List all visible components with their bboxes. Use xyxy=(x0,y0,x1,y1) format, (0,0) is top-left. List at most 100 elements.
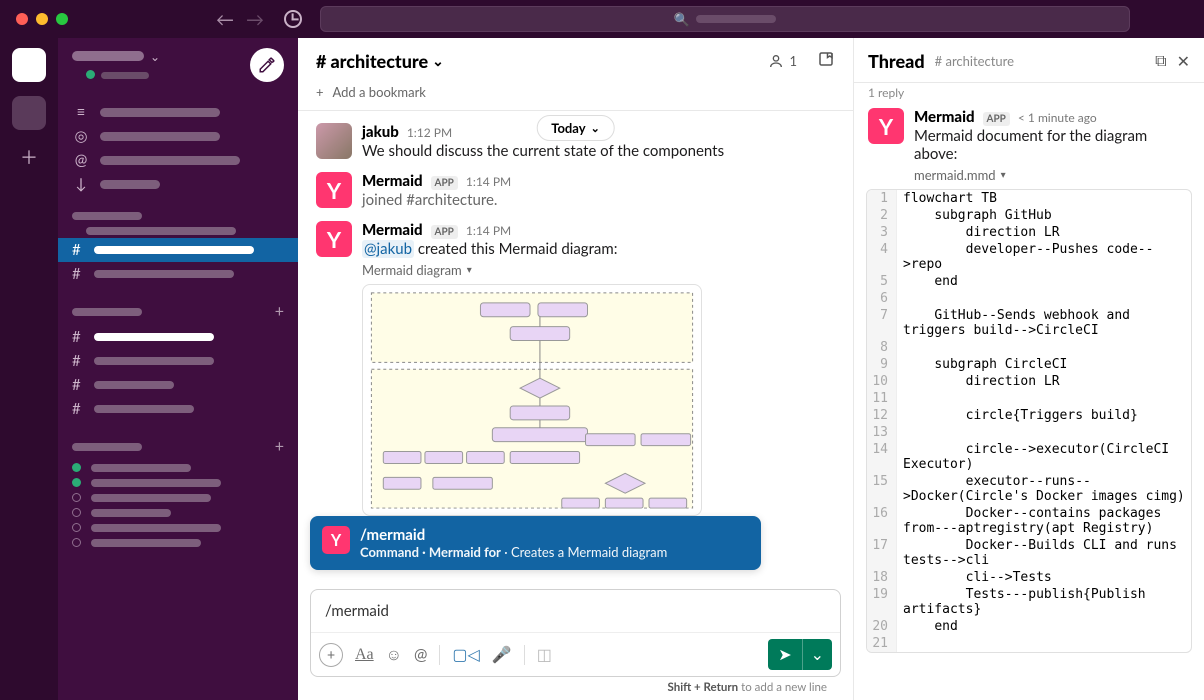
close-icon[interactable]: ✕ xyxy=(1177,52,1190,71)
sidebar-nav-item[interactable]: @ xyxy=(58,148,298,172)
member-count-label: 1 xyxy=(789,53,797,69)
shortcut-button[interactable]: ◫ xyxy=(537,645,552,664)
diagram-preview[interactable] xyxy=(362,284,702,516)
reply-count-header: 1 reply xyxy=(854,83,1204,102)
presence-icon xyxy=(72,508,81,517)
canvas-icon[interactable] xyxy=(817,50,835,72)
member-count-button[interactable]: 1 xyxy=(768,53,797,69)
dm-item[interactable] xyxy=(58,460,298,475)
today-label: Today xyxy=(551,120,585,136)
date-divider[interactable]: Today ⌄ xyxy=(536,115,615,141)
avatar[interactable]: Y xyxy=(316,221,352,257)
author-name[interactable]: Mermaid xyxy=(914,108,975,126)
channel-item[interactable]: # xyxy=(58,373,298,397)
threads-icon: ◎ xyxy=(72,127,90,145)
thread-header: Thread # architecture ⧉ ✕ xyxy=(854,38,1204,83)
avatar[interactable] xyxy=(316,123,352,159)
plus-icon: + xyxy=(316,84,324,100)
format-button[interactable]: Aa xyxy=(355,646,374,664)
message-timestamp: 1:14 PM xyxy=(466,223,511,238)
add-bookmark-button[interactable]: + Add a bookmark xyxy=(298,80,853,111)
attachment-label[interactable]: Mermaid diagram▾ xyxy=(362,262,835,278)
channel-item[interactable] xyxy=(58,224,298,238)
emoji-button[interactable]: ☺ xyxy=(386,645,402,665)
message-text: We should discuss the current state of t… xyxy=(362,142,835,160)
presence-icon xyxy=(72,523,81,532)
channel-name-button[interactable]: # architecture ⌄ xyxy=(316,50,444,72)
avatar[interactable]: Y xyxy=(316,172,352,208)
thread-subtitle[interactable]: # architecture xyxy=(935,53,1014,69)
presence-icon xyxy=(72,478,81,487)
add-bookmark-label: Add a bookmark xyxy=(332,84,425,100)
workspace-rail: ＋ xyxy=(0,38,58,700)
thread-message[interactable]: Y MermaidAPP< 1 minute ago Mermaid docum… xyxy=(854,102,1204,167)
add-workspace-button[interactable]: ＋ xyxy=(20,144,38,170)
dm-item[interactable] xyxy=(58,535,298,550)
code-snippet[interactable]: 1flowchart TB2 subgraph GitHub3 directio… xyxy=(866,189,1192,653)
dm-item[interactable] xyxy=(58,475,298,490)
file-attachment[interactable]: mermaid.mmd▾ xyxy=(854,167,1204,183)
avatar[interactable]: Y xyxy=(868,108,904,144)
dm-item[interactable] xyxy=(58,505,298,520)
dm-item[interactable] xyxy=(58,490,298,505)
sidebar-nav-item[interactable]: ≡ xyxy=(58,100,298,124)
dm-item[interactable] xyxy=(58,520,298,535)
compose-button[interactable] xyxy=(250,48,284,82)
maximize-window-button[interactable] xyxy=(56,13,68,25)
channel-item[interactable]: # xyxy=(58,349,298,373)
message-text: joined #architecture. xyxy=(362,191,835,209)
author-name[interactable]: Mermaid xyxy=(362,221,423,239)
section-channels[interactable] xyxy=(58,206,298,224)
channel-item-active[interactable]: # xyxy=(58,238,298,262)
send-button[interactable]: ➤ ⌄ xyxy=(768,639,832,670)
sidebar-nav-item[interactable]: ◎ xyxy=(58,124,298,148)
composer-input[interactable]: /mermaid xyxy=(311,590,840,632)
person-icon xyxy=(768,53,784,69)
app-badge: APP xyxy=(431,176,458,190)
add-channel-icon[interactable]: + xyxy=(275,302,284,321)
attach-button[interactable]: + xyxy=(319,643,343,667)
channel-item[interactable]: # xyxy=(58,397,298,421)
video-button[interactable]: ▢◁ xyxy=(452,645,479,664)
forward-button[interactable]: → xyxy=(246,8,264,30)
history-nav: ← → xyxy=(216,8,302,30)
message-text: @jakub created this Mermaid diagram: xyxy=(362,240,835,258)
mention-button[interactable]: @ xyxy=(414,645,427,664)
channel-item[interactable]: # xyxy=(58,262,298,286)
workspace-icon[interactable] xyxy=(12,96,46,130)
hash-icon: # xyxy=(72,400,86,418)
chevron-down-icon[interactable]: ⌄ xyxy=(802,639,832,670)
hash-icon: # xyxy=(72,376,86,394)
compose-icon xyxy=(258,56,276,74)
more-icon: ↓ xyxy=(72,175,90,193)
section-dms[interactable]: + xyxy=(58,431,298,460)
message-timestamp: 1:14 PM xyxy=(466,174,511,189)
channel-item[interactable]: # xyxy=(58,325,298,349)
file-name: mermaid.mmd xyxy=(914,167,996,183)
open-in-window-icon[interactable]: ⧉ xyxy=(1155,51,1166,71)
message[interactable]: Y Mermaid APP 1:14 PM joined #architecture… xyxy=(298,166,853,215)
message-text: Mermaid document for the diagram above: xyxy=(914,127,1190,163)
search-input[interactable]: 🔍 xyxy=(320,6,1130,32)
close-window-button[interactable] xyxy=(16,13,28,25)
channel-header: # architecture ⌄ 1 xyxy=(298,38,853,80)
user-mention[interactable]: @jakub xyxy=(362,240,414,258)
add-dm-icon[interactable]: + xyxy=(275,437,284,456)
sidebar-nav-item[interactable]: ↓ xyxy=(58,172,298,196)
channel-pane: # architecture ⌄ 1 + Add a bookmark Toda… xyxy=(298,38,854,700)
message[interactable]: Y MermaidAPP1:14 PM @jakub created this … xyxy=(298,215,853,522)
author-name[interactable]: jakub xyxy=(362,123,399,141)
history-icon[interactable] xyxy=(284,10,302,28)
author-name[interactable]: Mermaid xyxy=(362,172,423,190)
minimize-window-button[interactable] xyxy=(36,13,48,25)
section-header[interactable]: + xyxy=(58,296,298,325)
presence-icon xyxy=(72,538,81,547)
workspace-switcher[interactable]: ⌄ xyxy=(72,49,160,64)
back-button[interactable]: ← xyxy=(216,8,234,30)
composer-toolbar: + Aa ☺ @ ▢◁ 🎤 ◫ ➤ ⌄ xyxy=(311,632,840,676)
send-icon: ➤ xyxy=(768,639,801,670)
slash-command-suggestion[interactable]: Y /mermaid Command · Mermaid for · Creat… xyxy=(310,516,761,570)
workspace-icon-active[interactable] xyxy=(12,48,46,82)
audio-button[interactable]: 🎤 xyxy=(492,645,512,664)
hash-icon: # xyxy=(316,50,326,72)
